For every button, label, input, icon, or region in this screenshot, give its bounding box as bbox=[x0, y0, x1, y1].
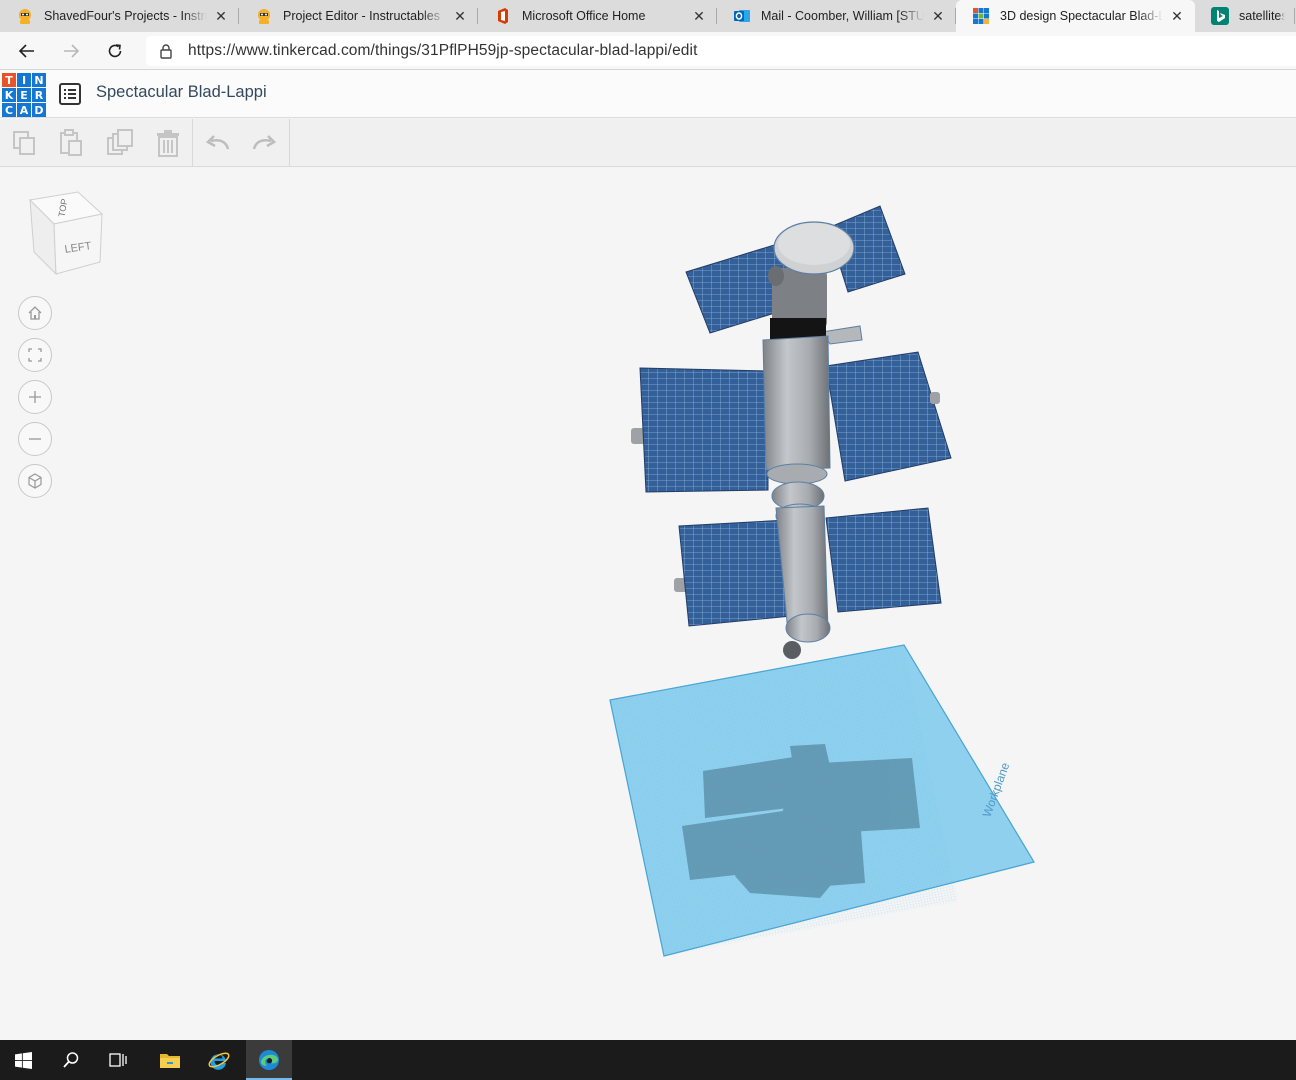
forward-arrow-icon bbox=[64, 43, 80, 58]
lock-icon bbox=[160, 44, 172, 59]
delete-button[interactable] bbox=[153, 128, 183, 158]
tab-title: 3D design Spectacular Blad-Lappi bbox=[1000, 9, 1163, 23]
logo-letter: I bbox=[17, 73, 31, 87]
tab-shavedfour-projects[interactable]: ShavedFour's Projects - Instructables ✕ bbox=[0, 0, 239, 32]
browser-toolbar: https://www.tinkercad.com/things/31PflPH… bbox=[0, 32, 1296, 70]
satellite-model[interactable] bbox=[631, 205, 952, 659]
tinkercad-icon bbox=[972, 7, 990, 25]
forward-button[interactable] bbox=[51, 34, 91, 68]
logo-letter: K bbox=[2, 88, 16, 102]
duplicate-button[interactable] bbox=[105, 128, 135, 158]
tab-satellites-search[interactable]: satellites - bbox=[1195, 0, 1295, 32]
3d-viewport[interactable]: TOP LEFT Workplane bbox=[0, 168, 1296, 1040]
bing-icon bbox=[1211, 7, 1229, 25]
logo-letter: T bbox=[2, 73, 16, 87]
tab-close-icon[interactable]: ✕ bbox=[930, 8, 946, 24]
logo-letter: E bbox=[17, 88, 31, 102]
paste-icon bbox=[60, 129, 82, 156]
address-bar[interactable]: https://www.tinkercad.com/things/31PflPH… bbox=[146, 36, 1296, 66]
undo-icon bbox=[205, 135, 230, 150]
outlook-icon bbox=[733, 7, 751, 25]
design-title[interactable]: Spectacular Blad-Lappi bbox=[96, 83, 267, 102]
tab-close-icon[interactable]: ✕ bbox=[213, 8, 229, 24]
windows-logo-icon bbox=[14, 1051, 32, 1069]
search-button[interactable] bbox=[48, 1040, 94, 1080]
edit-toolbar bbox=[0, 119, 1296, 167]
search-icon bbox=[63, 1052, 79, 1068]
browser-tab-strip: ShavedFour's Projects - Instructables ✕ … bbox=[0, 0, 1296, 32]
undo-button[interactable] bbox=[203, 128, 233, 158]
folder-icon bbox=[160, 1054, 180, 1068]
instructables-robot-icon bbox=[255, 7, 273, 25]
tinkercad-logo[interactable]: TIN KER CAD bbox=[2, 73, 46, 117]
list-menu-icon bbox=[59, 83, 81, 105]
duplicate-icon bbox=[107, 129, 133, 155]
refresh-icon bbox=[108, 43, 122, 57]
tab-mail[interactable]: Mail - Coomber, William [STUDENT] ✕ bbox=[717, 0, 956, 32]
tab-office-home[interactable]: Microsoft Office Home ✕ bbox=[478, 0, 717, 32]
windows-taskbar bbox=[0, 1040, 1296, 1080]
tab-title: ShavedFour's Projects - Instructables bbox=[44, 9, 207, 23]
logo-letter: C bbox=[2, 103, 16, 117]
instructables-robot-icon bbox=[16, 7, 34, 25]
back-button[interactable] bbox=[7, 34, 47, 68]
logo-letter: A bbox=[17, 103, 31, 117]
copy-icon bbox=[13, 131, 35, 155]
edge-browser-button[interactable] bbox=[246, 1040, 292, 1080]
tab-title: Project Editor - Instructables bbox=[283, 9, 441, 23]
tab-close-icon[interactable]: ✕ bbox=[691, 8, 707, 24]
internet-explorer-button[interactable] bbox=[196, 1040, 242, 1080]
refresh-button[interactable] bbox=[95, 34, 135, 68]
toolbar-divider bbox=[192, 119, 193, 167]
tab-project-editor[interactable]: Project Editor - Instructables ✕ bbox=[239, 0, 478, 32]
copy-button[interactable] bbox=[9, 128, 39, 158]
toolbar-divider bbox=[289, 119, 290, 167]
tab-title: Microsoft Office Home bbox=[522, 9, 646, 23]
logo-letter: D bbox=[32, 103, 46, 117]
logo-letter: N bbox=[32, 73, 46, 87]
back-arrow-icon bbox=[18, 43, 34, 58]
logo-letter: R bbox=[32, 88, 46, 102]
tab-close-icon[interactable]: ✕ bbox=[1169, 8, 1185, 24]
screen: ShavedFour's Projects - Instructables ✕ … bbox=[0, 0, 1296, 1080]
scene-canvas[interactable]: Workplane bbox=[0, 168, 1296, 1040]
internet-explorer-icon bbox=[208, 1052, 230, 1070]
redo-icon bbox=[252, 135, 277, 150]
office-icon bbox=[494, 7, 512, 25]
start-button[interactable] bbox=[0, 1040, 46, 1080]
design-menu-button[interactable] bbox=[58, 82, 82, 106]
task-view-icon bbox=[109, 1053, 127, 1067]
url-text: https://www.tinkercad.com/things/31PflPH… bbox=[188, 42, 698, 59]
tab-close-icon[interactable]: ✕ bbox=[452, 8, 468, 24]
redo-button[interactable] bbox=[249, 128, 279, 158]
delete-icon bbox=[157, 130, 179, 157]
task-view-button[interactable] bbox=[96, 1040, 142, 1080]
file-explorer-button[interactable] bbox=[147, 1040, 193, 1080]
tab-tinkercad-design[interactable]: 3D design Spectacular Blad-Lappi ✕ bbox=[956, 0, 1195, 32]
paste-button[interactable] bbox=[56, 128, 86, 158]
tab-title: Mail - Coomber, William [STUDENT] bbox=[761, 9, 924, 23]
edge-icon bbox=[259, 1050, 279, 1070]
tab-title: satellites - bbox=[1239, 9, 1285, 23]
app-header: TIN KER CAD Spectacular Blad-Lappi bbox=[0, 70, 1296, 118]
